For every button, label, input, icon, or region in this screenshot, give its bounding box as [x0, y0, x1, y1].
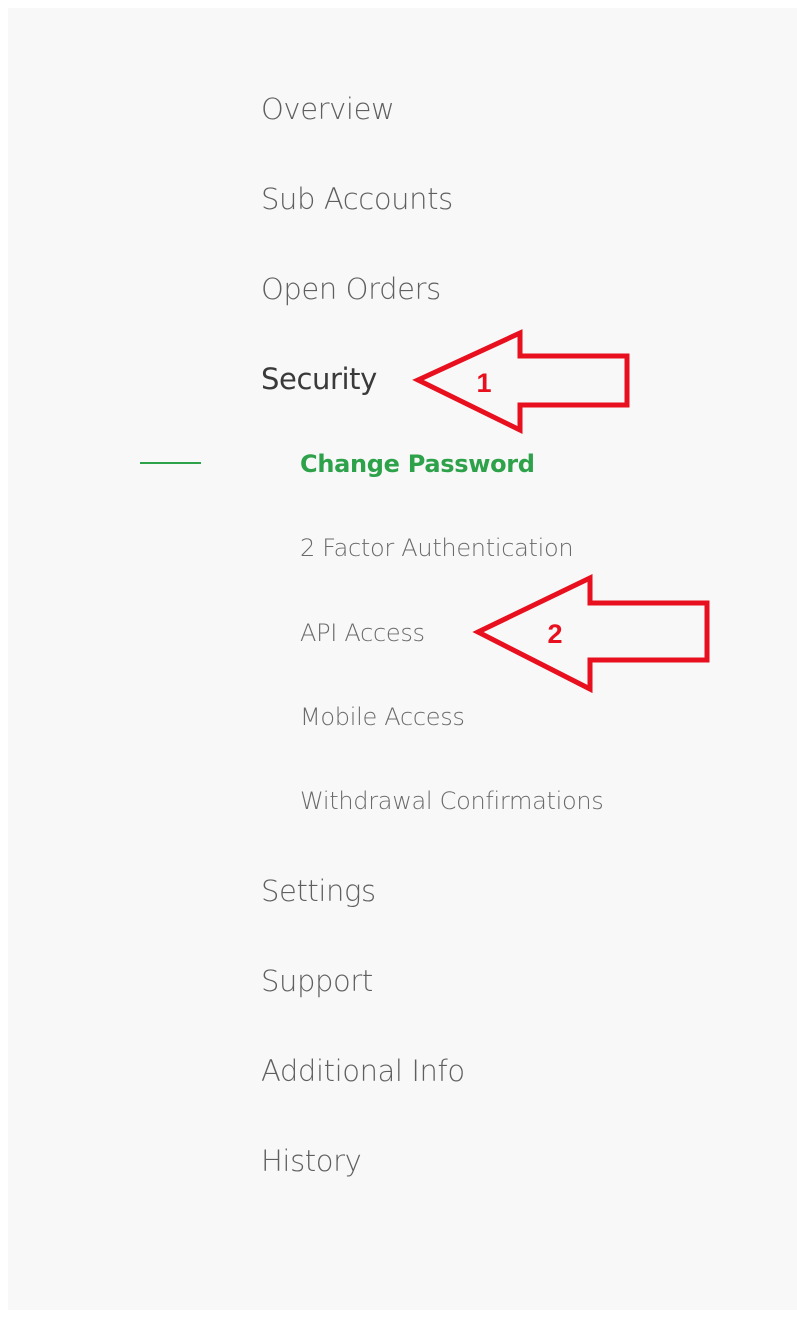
- subnav-item-2fa[interactable]: 2 Factor Authentication: [300, 533, 574, 563]
- nav-item-security[interactable]: Security: [261, 361, 377, 397]
- subnav-item-change-password[interactable]: Change Password: [300, 449, 535, 479]
- nav-item-support[interactable]: Support: [261, 963, 373, 999]
- nav-item-overview[interactable]: Overview: [261, 91, 395, 127]
- nav-item-open-orders[interactable]: Open Orders: [261, 271, 441, 307]
- subnav-item-mobile-access[interactable]: Mobile Access: [300, 702, 465, 732]
- nav-item-sub-accounts[interactable]: Sub Accounts: [261, 181, 453, 217]
- subnav-item-withdrawal-confirmations[interactable]: Withdrawal Confirmations: [300, 786, 604, 816]
- nav-item-settings[interactable]: Settings: [261, 873, 376, 909]
- nav-item-history[interactable]: History: [261, 1143, 362, 1179]
- subnav-item-api-access[interactable]: API Access: [300, 618, 425, 648]
- nav-item-additional-info[interactable]: Additional Info: [261, 1053, 465, 1089]
- active-indicator: [140, 462, 201, 464]
